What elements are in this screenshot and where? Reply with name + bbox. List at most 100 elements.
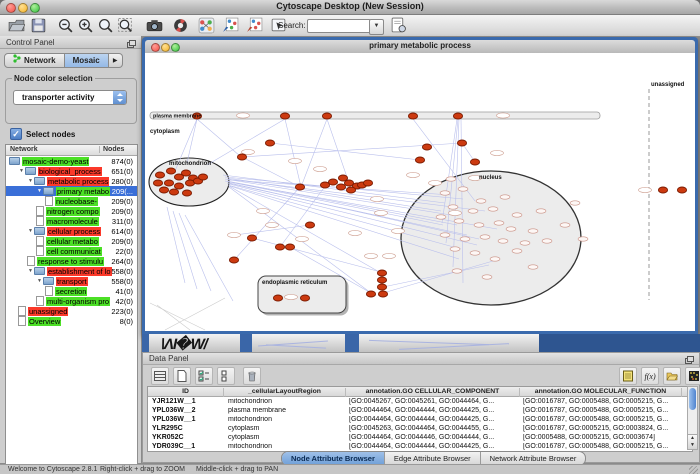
notes-icon[interactable]: [619, 367, 637, 385]
table-scrollbar-arrows[interactable]: ▲▼: [688, 434, 697, 449]
attribute-list-icon[interactable]: [217, 367, 235, 385]
column-id[interactable]: ID: [148, 388, 224, 397]
protein-node: [378, 291, 387, 297]
nucleus-node: [474, 223, 484, 227]
select-first-neighbors-icon[interactable]: [222, 17, 239, 34]
table-scrollbar[interactable]: ▲▼: [687, 386, 698, 450]
protein-node: [336, 184, 345, 190]
table-cell: [GO:0044464, GO:0044444, GO:0044425, G..…: [349, 416, 519, 423]
network-view-title: primary metabolic process: [145, 41, 695, 50]
tree-row[interactable]: ▼primary metabo209(...: [6, 186, 137, 196]
zoom-in-icon[interactable]: [77, 17, 94, 34]
background-window-fragment: [345, 334, 359, 352]
select-nodes-checkbox[interactable]: ✓: [10, 128, 22, 140]
copy-network-icon[interactable]: [246, 17, 263, 34]
import-folder-icon[interactable]: [663, 367, 681, 385]
select-nodes-row: ✓ Select nodes: [10, 128, 75, 140]
table-row[interactable]: YDR039C__1mitochondrion[GO:0044464, GO:0…: [148, 442, 692, 451]
configure-search-icon[interactable]: [390, 17, 407, 34]
formula-icon[interactable]: f(x): [641, 367, 659, 385]
nucleus-node: [440, 233, 450, 237]
tree-row[interactable]: mosaic-demo-yeast874(0): [6, 156, 137, 166]
save-icon[interactable]: [30, 17, 47, 34]
network-view-titlebar[interactable]: primary metabolic process: [145, 40, 695, 54]
tree-row[interactable]: cell communicat22(0): [6, 246, 137, 256]
nucleus-node: [470, 251, 480, 255]
new-attribute-icon[interactable]: [173, 367, 191, 385]
tree-row[interactable]: ▼metabolic process280(0): [6, 176, 137, 186]
tree-row[interactable]: Overview8(0): [6, 316, 137, 326]
tree-row[interactable]: ▼transport558(0): [6, 276, 137, 286]
tree-column-nodes[interactable]: Nodes: [99, 146, 124, 153]
network-edge: [179, 213, 211, 291]
protein-node: [328, 179, 337, 185]
protein-node: [285, 244, 294, 250]
tree-row[interactable]: ▼cellular process614(0): [6, 226, 137, 236]
table-row[interactable]: YPL036W__1mitochondrion[GO:0044464, GO:0…: [148, 415, 692, 424]
zoom-out-icon[interactable]: [57, 17, 74, 34]
data-panel-title: Data Panel: [149, 354, 189, 363]
tree-row[interactable]: secretion41(0): [6, 286, 137, 296]
node-label-capsule: [392, 228, 405, 233]
tab-network[interactable]: Network: [4, 53, 65, 68]
tree-row[interactable]: ▼establishment of lo558(0): [6, 266, 137, 276]
column-go-cellular-component[interactable]: annotation.GO CELLULAR_COMPONENT: [346, 388, 520, 397]
table-cell: YPL036W__1: [152, 416, 222, 423]
node-label-capsule: [449, 210, 462, 215]
delete-attribute-icon[interactable]: [243, 367, 261, 385]
tree-expand-icon[interactable]: ▼: [27, 226, 34, 236]
snapshot-icon[interactable]: [146, 17, 163, 34]
table-row[interactable]: YPL036W__2plasma membrane[GO:0044464, GO…: [148, 406, 692, 415]
zoom-selected-icon[interactable]: [97, 17, 114, 34]
network-overview-icon[interactable]: [198, 17, 215, 34]
tree-expand-icon[interactable]: ▼: [27, 176, 34, 186]
table-row[interactable]: YLR295Ccytoplasm[GO:0045263, GO:0044464,…: [148, 424, 692, 433]
protein-node: [453, 113, 462, 119]
tree-row[interactable]: nitrogen compo209(0): [6, 206, 137, 216]
cytoscape-window: Cytoscape Desktop (New Session) Search: …: [0, 0, 700, 474]
node-color-dropdown[interactable]: transporter activity: [13, 90, 127, 105]
tree-row[interactable]: cellular metabo209(0): [6, 236, 137, 246]
tree-row[interactable]: unassigned223(0): [6, 306, 137, 316]
data-panel-toolbar: f(x): [143, 365, 699, 385]
table-row[interactable]: YJR121W__1mitochondrion[GO:0045267, GO:0…: [148, 397, 692, 406]
resize-grip[interactable]: [689, 466, 698, 474]
tree-row[interactable]: nucleobase-209(0): [6, 196, 137, 206]
tree-row-node-count: 209(0): [111, 237, 133, 246]
tab-overflow-arrow[interactable]: ▶: [109, 53, 123, 68]
region-label: plasma membrane: [153, 114, 201, 120]
network-canvas-container[interactable]: plasma membranecytoplasmmitochondrionnuc…: [145, 53, 695, 331]
node-label-capsule: [365, 253, 378, 258]
tree-expand-icon[interactable]: ▼: [18, 166, 25, 176]
tree-row[interactable]: ▼biological_process651(0): [6, 166, 137, 176]
protein-node: [300, 295, 309, 301]
tab-mosaic[interactable]: Mosaic: [65, 53, 109, 68]
tree-row-node-count: 280(0): [111, 177, 133, 186]
tree-row[interactable]: response to stimulu264(0): [6, 256, 137, 266]
float-panel-icon[interactable]: [685, 356, 694, 364]
network-edge: [197, 119, 240, 156]
float-panel-icon[interactable]: [127, 39, 136, 47]
search-dropdown-arrow[interactable]: ▼: [369, 19, 384, 35]
help-icon[interactable]: [172, 17, 189, 34]
column-cellular-layout-region[interactable]: _cellularLayoutRegion: [224, 388, 346, 397]
tree-row[interactable]: multi-organism pro42(0): [6, 296, 137, 306]
column-go-molecular-function[interactable]: annotation.GO MOLECULAR_FUNCTION: [520, 388, 682, 397]
tree-expand-icon[interactable]: ▼: [27, 266, 34, 276]
tree-row-label: cell communicat: [46, 247, 102, 256]
search-input[interactable]: [307, 19, 371, 33]
zoom-fit-icon[interactable]: [117, 17, 134, 34]
table-row[interactable]: YKR052Ccytoplasm[GO:0044464, GO:0044446,…: [148, 433, 692, 442]
select-attributes-icon[interactable]: [195, 367, 213, 385]
folder-icon: [25, 167, 36, 175]
table-scrollbar-thumb[interactable]: [689, 388, 696, 410]
tree-expand-icon[interactable]: ▼: [36, 276, 43, 286]
network-view-window: primary metabolic process plasma membran…: [142, 37, 698, 334]
tree-row[interactable]: macromolecule311(0): [6, 216, 137, 226]
background-window-fragment: [252, 334, 345, 352]
matrix-icon[interactable]: [685, 367, 700, 385]
tree-expand-icon[interactable]: ▼: [36, 186, 43, 196]
attribute-grid-icon[interactable]: [151, 367, 169, 385]
open-icon[interactable]: [8, 17, 25, 34]
tree-column-network[interactable]: Network: [10, 146, 38, 153]
